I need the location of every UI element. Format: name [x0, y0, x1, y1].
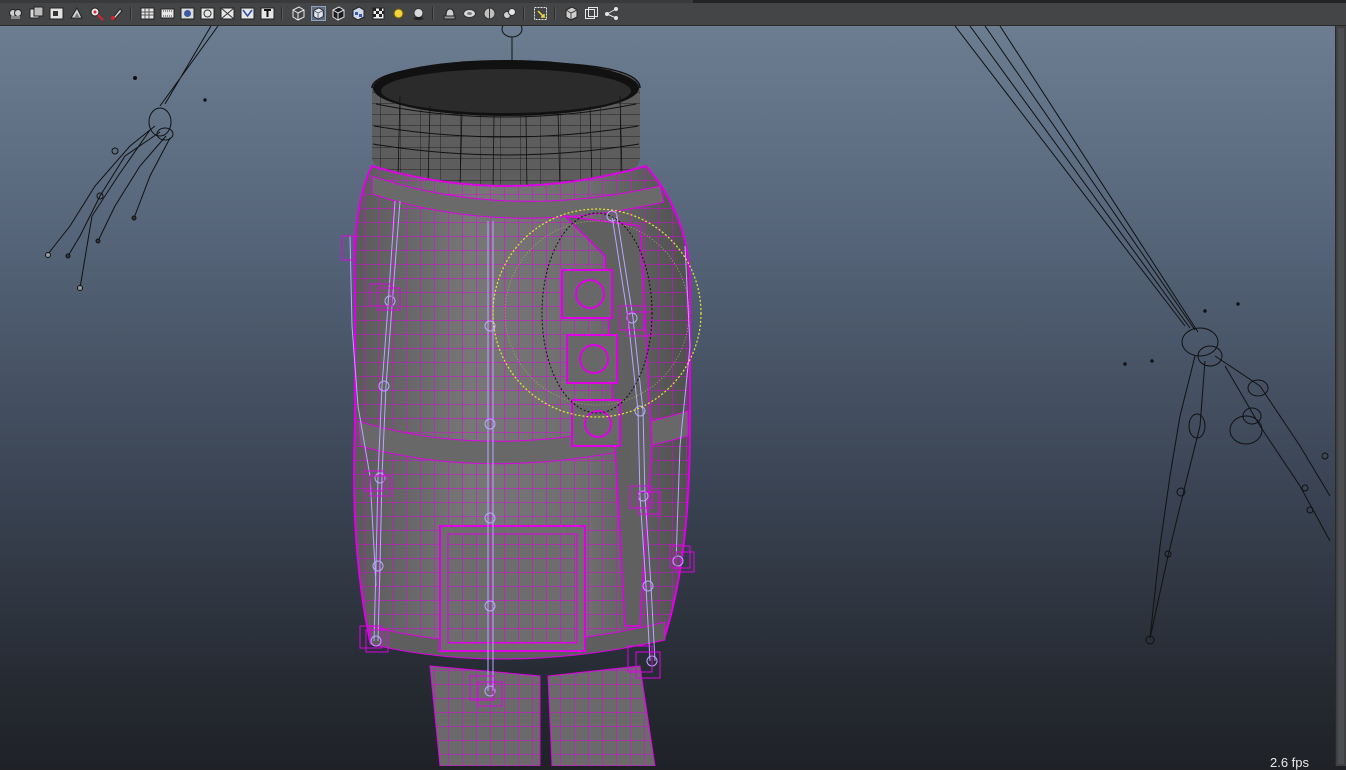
skirt-button[interactable]: [571, 399, 621, 447]
x-ray-joints-icon[interactable]: [584, 6, 599, 21]
viewport-scrollbar[interactable]: [1335, 26, 1346, 766]
toolbar-separator: [281, 7, 283, 20]
field-chart-icon[interactable]: [220, 6, 235, 21]
camera-attributes-icon[interactable]: [8, 6, 23, 21]
toolbar-separator: [554, 7, 556, 20]
skirt-button[interactable]: [561, 269, 613, 319]
film-gate-icon[interactable]: [160, 6, 175, 21]
panel-toolbar: [0, 0, 1346, 26]
grease-pencil-icon[interactable]: [89, 6, 104, 21]
right-arm-skeleton[interactable]: [954, 26, 1331, 645]
gate-mask-icon[interactable]: [200, 6, 215, 21]
scrollbar-thumb[interactable]: [1338, 28, 1344, 764]
x-ray-icon[interactable]: [533, 6, 548, 21]
screen-space-ao-icon[interactable]: [411, 6, 426, 21]
toolbar-separator: [130, 7, 132, 20]
grease-pencil-brush-icon[interactable]: [109, 6, 124, 21]
skirt-button[interactable]: [566, 334, 618, 384]
toolbar-separator: [432, 7, 434, 20]
left-hand-skeleton[interactable]: [45, 26, 219, 291]
x-ray-active-components-icon[interactable]: [564, 6, 579, 21]
safe-action-icon[interactable]: [240, 6, 255, 21]
safe-title-icon[interactable]: [260, 6, 275, 21]
multisample-aa-icon[interactable]: [462, 6, 477, 21]
use-all-lights-icon[interactable]: [371, 6, 386, 21]
fps-readout: 2.6 fps: [1270, 755, 1310, 770]
wireframe-icon[interactable]: [291, 6, 306, 21]
isolate-select-icon[interactable]: [502, 6, 517, 21]
motion-blur-icon[interactable]: [442, 6, 457, 21]
textured-icon[interactable]: [351, 6, 366, 21]
depth-of-field-icon[interactable]: [482, 6, 497, 21]
viewport-scene: [45, 26, 1331, 766]
wireframe-on-shaded-icon[interactable]: [331, 6, 346, 21]
bookmarks-icon[interactable]: [29, 6, 44, 21]
toolbar-separator: [523, 7, 525, 20]
2d-pan-zoom-icon[interactable]: [69, 6, 84, 21]
3d-viewport[interactable]: x z: [0, 26, 1335, 766]
shadows-icon[interactable]: [391, 6, 406, 21]
joints-icon[interactable]: [604, 6, 619, 21]
waistband-mesh[interactable]: [371, 60, 641, 191]
resolution-gate-icon[interactable]: [180, 6, 195, 21]
smooth-shade-icon[interactable]: [311, 6, 326, 21]
grid-icon[interactable]: [140, 6, 155, 21]
image-plane-icon[interactable]: [49, 6, 64, 21]
